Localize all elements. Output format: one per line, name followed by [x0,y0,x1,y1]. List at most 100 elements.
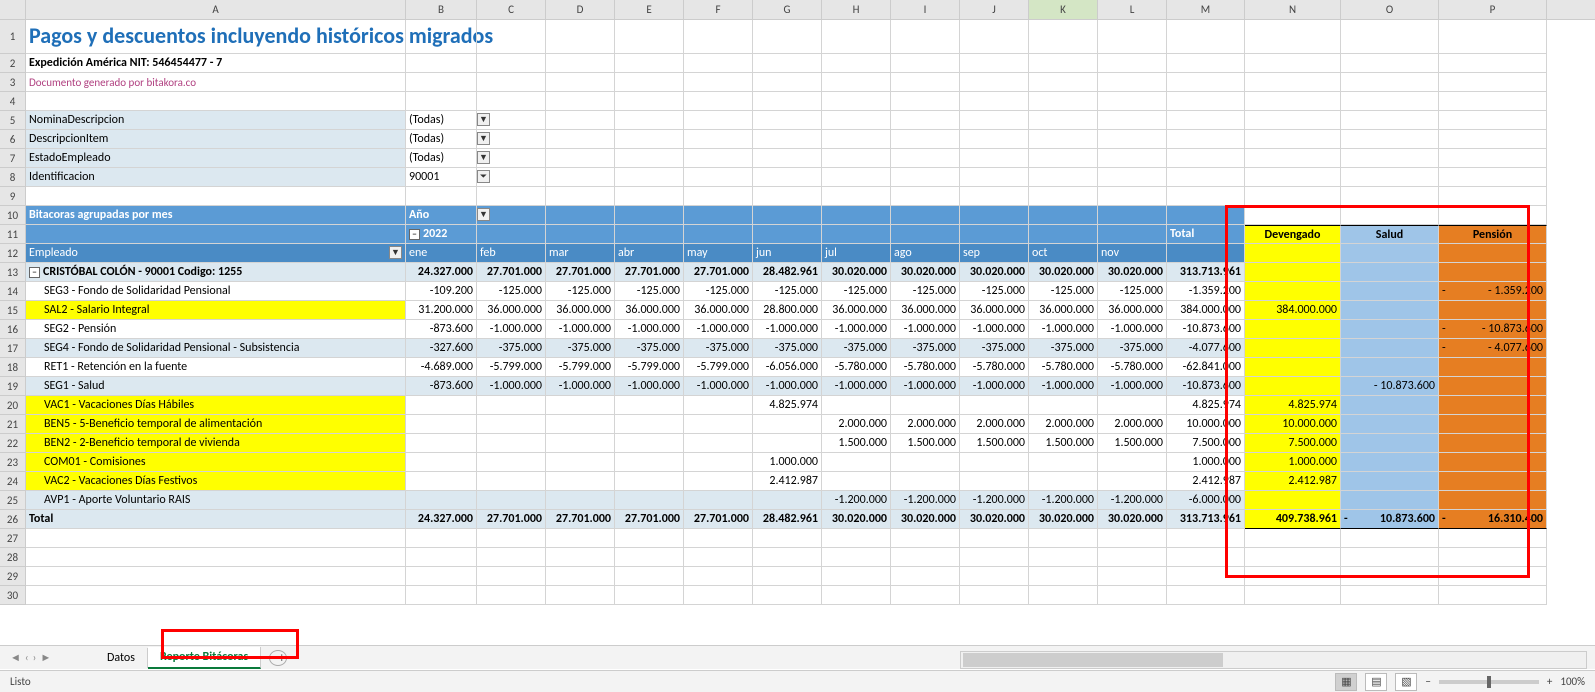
cell[interactable] [1098,548,1167,567]
cell[interactable] [546,586,615,605]
pivot-year-label[interactable]: Año▼ [406,206,477,225]
row-header-14[interactable]: 14 [0,282,26,301]
cell[interactable] [546,567,615,586]
pivot-emp-label[interactable]: Empleado▼ [26,244,406,263]
filter-value-0[interactable]: (Todas)▼ [406,111,477,130]
row-header-29[interactable]: 29 [0,567,26,586]
cell[interactable] [960,586,1029,605]
col-header-E[interactable]: E [615,0,684,19]
col-header-B[interactable]: B [406,0,477,19]
cell[interactable] [1029,548,1098,567]
row-header-28[interactable]: 28 [0,548,26,567]
row-header-12[interactable]: 12 [0,244,26,263]
filter-value-3[interactable]: 90001⏷ [406,168,477,187]
cell[interactable] [1167,567,1245,586]
cell[interactable] [1439,586,1547,605]
cell[interactable] [615,529,684,548]
view-layout-icon[interactable]: ▤ [1365,673,1387,691]
cell[interactable] [960,529,1029,548]
col-header-D[interactable]: D [546,0,615,19]
cell[interactable] [891,548,960,567]
cell[interactable] [406,586,477,605]
cell[interactable] [1439,529,1547,548]
horizontal-scrollbar[interactable] [960,651,1587,669]
col-header-J[interactable]: J [960,0,1029,19]
cell[interactable] [1341,567,1439,586]
filter-value-1[interactable]: (Todas)▼ [406,130,477,149]
cell[interactable] [1439,548,1547,567]
cell[interactable] [615,548,684,567]
col-header-C[interactable]: C [477,0,546,19]
row-header-11[interactable]: 11 [0,225,26,244]
col-header-I[interactable]: I [891,0,960,19]
cell[interactable] [477,567,546,586]
cell[interactable] [26,586,406,605]
cell[interactable] [891,586,960,605]
cell[interactable] [1098,586,1167,605]
row-header-2[interactable]: 2 [0,54,26,73]
row-header-22[interactable]: 22 [0,434,26,453]
row-header-8[interactable]: 8 [0,168,26,187]
row-header-26[interactable]: 26 [0,510,26,529]
pivot-year-value[interactable]: −2022 [406,225,477,244]
tab-nav-first-icon[interactable]: ◄ [10,651,21,664]
cell[interactable] [477,548,546,567]
zoom-level[interactable]: 100% [1560,675,1585,688]
horizontal-scrollbar-thumb[interactable] [963,653,1223,667]
row-header-10[interactable]: 10 [0,206,26,225]
row-header-13[interactable]: 13 [0,263,26,282]
row-header-4[interactable]: 4 [0,92,26,111]
row-header-19[interactable]: 19 [0,377,26,396]
cell[interactable] [822,586,891,605]
cell[interactable] [753,586,822,605]
cell[interactable] [615,567,684,586]
cell[interactable] [615,586,684,605]
row-header-6[interactable]: 6 [0,130,26,149]
cell[interactable] [406,548,477,567]
sheet-tab-reporte[interactable]: Reporte Bitácoras [148,647,261,669]
row-header-23[interactable]: 23 [0,453,26,472]
row-header-20[interactable]: 20 [0,396,26,415]
row-header-30[interactable]: 30 [0,586,26,605]
cell[interactable] [684,548,753,567]
cell[interactable] [753,529,822,548]
col-header-P[interactable]: P [1439,0,1547,19]
cell[interactable] [477,586,546,605]
col-header-L[interactable]: L [1098,0,1167,19]
col-header-F[interactable]: F [684,0,753,19]
cell[interactable] [891,567,960,586]
cell[interactable] [1341,529,1439,548]
cell[interactable] [1167,548,1245,567]
cell[interactable] [406,529,477,548]
cell[interactable] [1029,567,1098,586]
cell[interactable] [477,529,546,548]
employee-row[interactable]: −CRISTÓBAL COLÓN - 90001 Codigo: 1255 [26,263,406,282]
cell[interactable] [822,567,891,586]
filter-dropdown-icon[interactable]: ⏷ [477,170,490,183]
cell[interactable] [26,548,406,567]
cell[interactable] [1245,548,1341,567]
filter-dropdown-icon[interactable]: ▼ [477,113,490,126]
tab-nav-next-icon[interactable]: › [33,651,37,664]
cell[interactable] [960,548,1029,567]
col-header-A[interactable]: A [26,0,406,19]
cell[interactable] [684,567,753,586]
row-header-3[interactable]: 3 [0,73,26,92]
cell[interactable] [1245,529,1341,548]
cell[interactable] [546,548,615,567]
filter-dropdown-icon[interactable]: ▼ [477,132,490,145]
zoom-in-button[interactable]: + [1547,675,1552,688]
row-header-16[interactable]: 16 [0,320,26,339]
cell[interactable] [822,548,891,567]
cell[interactable] [753,548,822,567]
cell[interactable] [26,529,406,548]
view-normal-icon[interactable]: ▦ [1335,673,1357,691]
row-header-15[interactable]: 15 [0,301,26,320]
select-all-corner[interactable] [0,0,26,19]
tab-nav-last-icon[interactable]: ► [40,651,51,664]
cell[interactable] [684,586,753,605]
cell[interactable] [1341,586,1439,605]
row-header-27[interactable]: 27 [0,529,26,548]
cell[interactable] [753,567,822,586]
collapse-employee-icon[interactable]: − [29,267,40,278]
